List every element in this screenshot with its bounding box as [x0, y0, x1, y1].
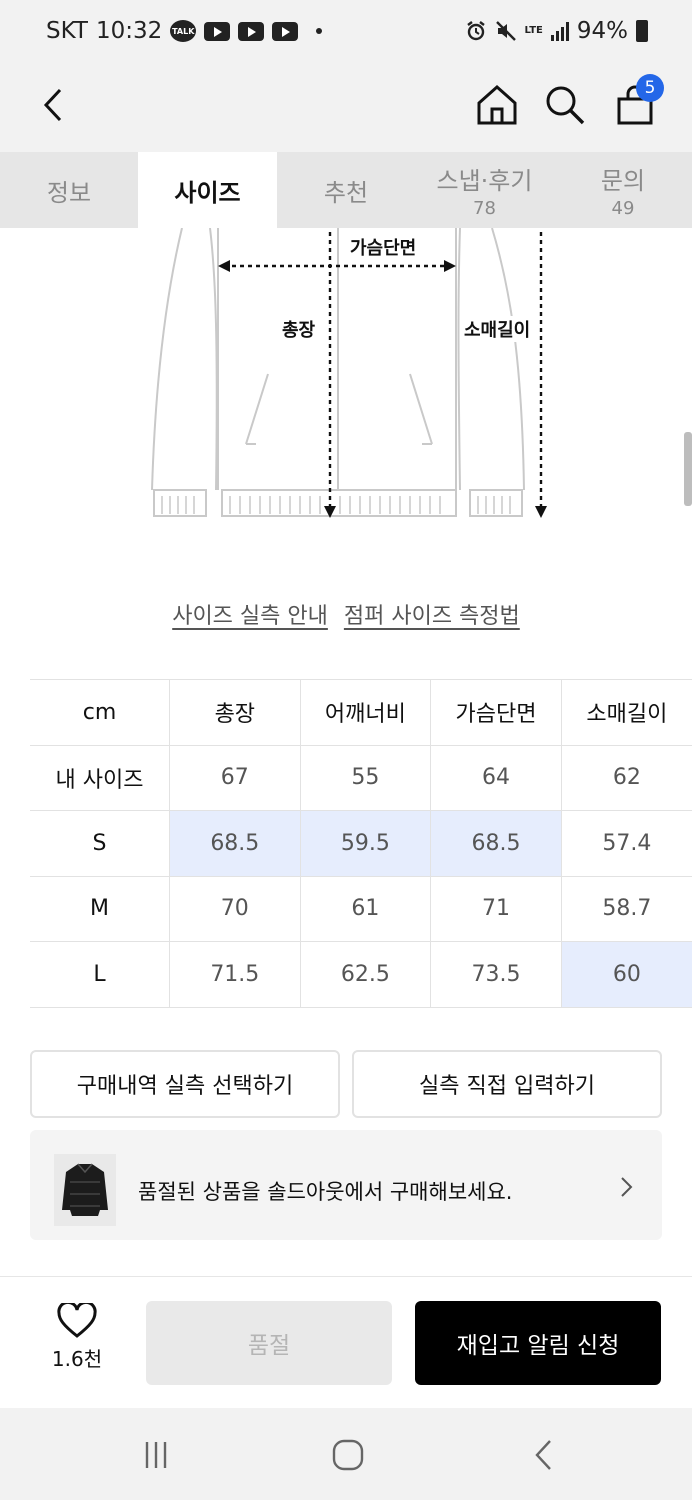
size-guide-link[interactable]: 사이즈 실측 안내 — [172, 598, 328, 630]
home-system-button[interactable] — [328, 1438, 368, 1472]
table-header: 가슴단면 — [430, 679, 562, 746]
table-row: 내 사이즈 67 55 64 62 — [30, 744, 692, 811]
row-label: M — [30, 875, 170, 942]
youtube-icon — [238, 21, 265, 41]
clock: 10:32 — [95, 18, 163, 44]
status-left: SKT 10:32 TALK — [46, 18, 323, 44]
table-cell: 57.4 — [560, 810, 692, 877]
back-arrow-icon — [43, 88, 62, 122]
chest-width-label: 가슴단면 — [346, 234, 421, 260]
table-cell: 71.5 — [169, 941, 301, 1008]
recent-apps-icon — [145, 1442, 167, 1468]
tab-count: 78 — [473, 198, 496, 219]
table-cell: 59.5 — [299, 810, 432, 877]
heart-icon — [57, 1303, 97, 1338]
signal-icon — [550, 21, 569, 41]
banner-text: 품절된 상품을 솔드아웃에서 구매해보세요. — [138, 1180, 513, 1204]
jacket-icon — [62, 1163, 108, 1216]
alarm-icon — [466, 21, 485, 41]
size-diagram: 가슴단면 총장 소매길이 — [0, 227, 692, 548]
youtube-icon — [204, 21, 231, 41]
size-table: cm 총장 어깨너비 가슴단면 소매길이 내 사이즈 67 55 64 62 S… — [30, 679, 692, 1008]
search-icon — [546, 86, 585, 125]
purchase-history-button[interactable]: 구매내역 실측 선택하기 — [30, 1050, 340, 1118]
like-count: 1.6천 — [51, 1347, 103, 1371]
battery-icon — [636, 20, 648, 42]
table-cell: 62.5 — [299, 941, 432, 1008]
table-cell: 73.5 — [430, 941, 562, 1008]
kakaotalk-icon: TALK — [170, 20, 197, 42]
home-circle-icon — [332, 1439, 364, 1471]
table-cell: 55 — [299, 744, 432, 811]
tab-label: 스냅·후기 — [436, 167, 533, 195]
table-cell: 70 — [169, 875, 301, 942]
row-label: L — [30, 941, 170, 1008]
scrollbar-thumb[interactable] — [684, 432, 692, 506]
table-row: M 70 61 71 58.7 — [30, 875, 692, 942]
battery-percent: 94% — [576, 18, 628, 44]
table-header: cm — [30, 679, 170, 746]
status-right: LTE 94% — [465, 18, 648, 44]
tab-count: 49 — [611, 198, 635, 219]
sleeve-length-label: 소매길이 — [460, 316, 535, 342]
total-length-label: 총장 — [278, 316, 320, 342]
back-button[interactable] — [30, 80, 80, 130]
table-header: 총장 — [169, 679, 301, 746]
bottom-action-bar: 1.6천 품절 재입고 알림 신청 — [0, 1276, 692, 1408]
tab-inquiry[interactable]: 문의 49 — [554, 152, 692, 228]
table-cell: 64 — [430, 744, 562, 811]
more-notifications-icon — [316, 28, 323, 34]
table-cell: 71 — [430, 875, 562, 942]
table-cell: 67 — [169, 744, 301, 811]
tab-label: 문의 — [600, 167, 646, 195]
youtube-icon — [272, 21, 299, 41]
cart-button[interactable]: 5 — [610, 74, 664, 130]
tab-size[interactable]: 사이즈 — [138, 152, 277, 228]
back-system-button[interactable] — [524, 1438, 564, 1472]
home-button[interactable] — [472, 80, 522, 130]
table-cell: 62 — [560, 744, 692, 811]
tab-recommend[interactable]: 추천 — [277, 152, 415, 228]
top-nav: 5 — [0, 64, 692, 152]
tab-label: 사이즈 — [174, 178, 241, 207]
manual-input-button[interactable]: 실측 직접 입력하기 — [352, 1050, 662, 1118]
guide-links: 사이즈 실측 안내 점퍼 사이즈 측정법 — [0, 598, 692, 630]
soldout-banner[interactable]: 품절된 상품을 솔드아웃에서 구매해보세요. — [30, 1130, 662, 1240]
table-row: S 68.5 59.5 68.5 57.4 — [30, 810, 692, 877]
mute-icon — [495, 21, 516, 41]
lte-indicator: LTE — [524, 25, 543, 36]
table-header-row: cm 총장 어깨너비 가슴단면 소매길이 — [30, 679, 692, 746]
table-header: 소매길이 — [560, 679, 692, 746]
table-cell: 61 — [299, 875, 432, 942]
table-row: L 71.5 62.5 73.5 60 — [30, 941, 692, 1008]
tab-snap-review[interactable]: 스냅·후기 78 — [415, 152, 554, 228]
back-chevron-icon — [535, 1440, 551, 1470]
measure-guide-link[interactable]: 점퍼 사이즈 측정법 — [344, 598, 520, 630]
status-bar: SKT 10:32 TALK LTE 94% — [0, 0, 692, 64]
table-cell: 60 — [560, 941, 692, 1008]
search-button[interactable] — [540, 80, 590, 130]
like-button[interactable]: 1.6천 — [40, 1303, 114, 1372]
jacket-illustration — [151, 227, 547, 518]
row-label: 내 사이즈 — [30, 744, 170, 811]
soldout-button[interactable]: 품절 — [146, 1301, 392, 1385]
carrier-label: SKT — [46, 18, 88, 44]
tab-info[interactable]: 정보 — [0, 152, 138, 228]
system-nav-bar — [0, 1408, 692, 1500]
tab-label: 정보 — [46, 178, 92, 207]
table-cell: 68.5 — [169, 810, 301, 877]
table-cell: 68.5 — [430, 810, 562, 877]
recent-apps-button[interactable] — [136, 1438, 176, 1472]
cart-count-badge: 5 — [636, 74, 664, 102]
tab-label: 추천 — [323, 178, 369, 207]
table-cell: 58.7 — [560, 875, 692, 942]
restock-alert-button[interactable]: 재입고 알림 신청 — [415, 1301, 661, 1385]
table-header: 어깨너비 — [299, 679, 432, 746]
row-label: S — [30, 810, 170, 877]
home-icon — [477, 84, 517, 125]
chevron-right-icon — [621, 1177, 633, 1197]
product-thumbnail — [54, 1154, 116, 1226]
tab-bar: 정보 사이즈 추천 스냅·후기 78 문의 49 — [0, 152, 692, 228]
